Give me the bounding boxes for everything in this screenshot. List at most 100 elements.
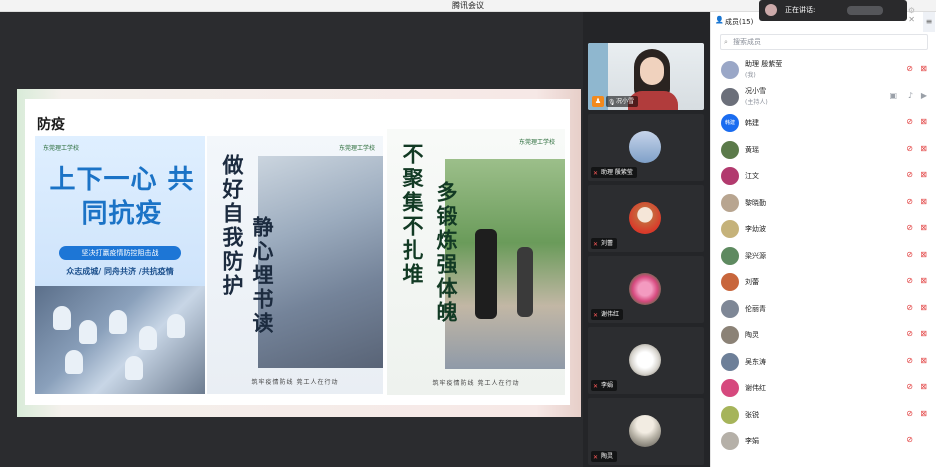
slide-canvas: 防疫 东莞理工学校 上下一心 共同抗疫 坚决打赢疫情防控阻击战 众志成城/ 同舟… (25, 99, 570, 405)
camera-off-icon[interactable]: ⊠ (920, 356, 927, 365)
mic-muted-icon[interactable]: ⊘ (906, 356, 913, 365)
camera-off-icon[interactable]: ⊠ (920, 329, 927, 338)
video-tile[interactable]: ✕ 助理 殷紫莹 (588, 114, 704, 181)
mic-muted-icon[interactable]: ⊘ (906, 382, 913, 391)
mic-muted-icon[interactable]: ⊘ (906, 117, 913, 126)
running-track-photo (445, 159, 565, 369)
poster-vertical-text-1: 做好自我防护 (220, 154, 245, 298)
member-name: 助理 殷紫莹 (745, 60, 783, 68)
speaking-indicator: 正在讲话: ⚙ (759, 0, 915, 21)
camera-off-icon[interactable]: ⊠ (920, 250, 927, 259)
camera-off-icon[interactable]: ⊠ (920, 144, 927, 153)
member-row[interactable]: 李幼波 ⊘ ⊠ (711, 216, 936, 242)
member-search-input[interactable]: ⌕ 搜索成员 (720, 34, 928, 50)
video-strip[interactable]: ♟ 🎙况小雪 ✕ 助理 殷紫莹 ✕ 刘蕾 ✕ 谢伟红 ✕ 李娟 ✕ 陶灵 (583, 12, 710, 467)
mic-muted-icon[interactable]: ⊘ (906, 170, 913, 179)
video-tile-name: 助理 殷紫莹 (601, 169, 633, 176)
video-tile-name: 谢伟红 (601, 311, 620, 318)
meeting-window: 腾讯会议 防疫 东莞理工学校 上下一心 共同抗疫 坚决打赢疫情防控阻击战 众志成… (0, 0, 936, 467)
camera-off-icon[interactable]: ⊠ (920, 197, 927, 206)
camera-off-icon[interactable]: ⊠ (920, 382, 927, 391)
camera-icon[interactable]: ▶ (921, 91, 927, 100)
member-row[interactable]: 张锐 ⊘ ⊠ (711, 402, 936, 428)
camera-off-icon[interactable]: ⊠ (920, 276, 927, 285)
participant-face (640, 57, 664, 85)
member-row[interactable]: 况小雪 (主持人) ▣ ♪ ▶ (711, 84, 936, 110)
video-tile-label: ✕ 谢伟红 (591, 309, 624, 320)
video-tile[interactable]: ✕ 李娟 (588, 327, 704, 394)
camera-off-icon[interactable]: ⊠ (920, 409, 927, 418)
poster-headline: 上下一心 共同抗疫 (49, 165, 195, 229)
mic-muted-icon[interactable]: ⊘ (906, 144, 913, 153)
video-tile-name: 陶灵 (601, 453, 614, 460)
camera-off-icon[interactable]: ⊠ (920, 223, 927, 232)
host-badge-icon: ♟ (592, 96, 604, 107)
camera-off-icon[interactable]: ⊠ (920, 170, 927, 179)
member-row[interactable]: 陶灵 ⊘ ⊠ (711, 322, 936, 348)
member-row[interactable]: 黎晓勤 ⊘ ⊠ (711, 190, 936, 216)
mic-muted-icon[interactable]: ⊘ (906, 197, 913, 206)
mic-muted-icon[interactable]: ⊘ (906, 276, 913, 285)
poster-unite-fight-epidemic: 东莞理工学校 上下一心 共同抗疫 坚决打赢疫情防控阻击战 众志成城/ 同舟共济 … (35, 136, 205, 394)
poster-footer: 筑牢疫情防线 莞工人在行动 (432, 380, 520, 387)
video-tile[interactable]: ✕ 谢伟红 (588, 256, 704, 323)
video-tile-label: ✕ 李娟 (591, 380, 618, 391)
poster-vertical-text-2: 多锻炼强体魄 (434, 181, 459, 325)
member-role: (我) (745, 72, 756, 79)
member-row[interactable]: 黄瑶 ⊘ ⊠ (711, 137, 936, 163)
video-tile[interactable]: ♟ 🎙况小雪 (588, 43, 704, 110)
camera-off-icon[interactable]: ⊠ (920, 117, 927, 126)
member-avatar (721, 405, 739, 424)
mic-muted-icon: ✕ (593, 241, 599, 248)
mic-muted-icon: ✕ (593, 383, 599, 390)
mic-muted-icon[interactable]: ⊘ (906, 329, 913, 338)
camera-off-icon[interactable]: ⊠ (920, 303, 927, 312)
mic-muted-icon[interactable]: ⊘ (906, 250, 913, 259)
video-tile[interactable]: ✕ 刘蕾 (588, 185, 704, 252)
mic-muted-icon[interactable]: ⊘ (906, 435, 913, 444)
poster-footer: 筑牢疫情防线 莞工人在行动 (251, 379, 339, 386)
video-tile-label: ✕ 陶灵 (591, 451, 618, 462)
mic-muted-icon: ✕ (593, 170, 599, 177)
participant-avatar (629, 273, 661, 305)
mic-muted-icon[interactable]: ⊘ (906, 303, 913, 312)
mic-muted-icon[interactable]: ⊘ (906, 64, 913, 73)
member-row[interactable]: 刘蕾 ⊘ ⊠ (711, 269, 936, 295)
member-name: 李娟 (745, 437, 759, 445)
member-row[interactable]: 助理 殷紫莹 (我) ⊘ ⊠ (711, 57, 936, 83)
members-title: 成员(15) (725, 18, 754, 26)
slide-title: 防疫 (37, 117, 65, 133)
member-avatar (721, 273, 739, 291)
mic-icon: 🎙 (608, 99, 616, 106)
poster-vertical-text-2: 静心埋书读 (250, 216, 275, 336)
member-row[interactable]: 江文 ⊘ ⊠ (711, 163, 936, 189)
search-icon: ⌕ (724, 38, 728, 46)
mic-muted-icon: ✕ (593, 454, 599, 461)
member-name: 梁兴源 (745, 251, 766, 260)
screen-share-icon[interactable]: ▣ (889, 91, 897, 100)
mic-muted-icon[interactable]: ⊘ (906, 409, 913, 418)
mic-muted-icon[interactable]: ⊘ (906, 223, 913, 232)
member-name: 黄瑶 (745, 145, 759, 154)
member-row[interactable]: 伦丽青 ⊘ ⊠ (711, 296, 936, 322)
mic-icon[interactable]: ♪ (908, 91, 913, 100)
poster-subtitle: 众志成城/ 同舟共济 /共抗疫情 (66, 267, 174, 276)
camera-off-icon[interactable]: ⊠ (920, 64, 927, 73)
member-row[interactable]: 梁兴源 ⊘ ⊠ (711, 243, 936, 269)
video-tile-label: ✕ 刘蕾 (591, 238, 618, 249)
panel-menu-icon[interactable]: ≡ (923, 12, 935, 32)
settings-icon[interactable]: ⚙ (908, 0, 915, 21)
member-row[interactable]: 韩建 韩建 ⊘ ⊠ (711, 110, 936, 136)
member-avatar (721, 61, 739, 79)
member-avatar (721, 432, 739, 450)
member-avatar (721, 193, 739, 212)
member-name: 况小雪 (745, 86, 766, 95)
member-row[interactable]: 吴东涛 ⊘ ⊠ (711, 349, 936, 375)
member-role: (主持人) (745, 98, 768, 106)
speaker-name-blurred (847, 6, 883, 15)
school-logo: 东莞理工学校 (518, 139, 555, 146)
video-tile[interactable]: ✕ 陶灵 (588, 398, 704, 465)
search-placeholder: 搜索成员 (733, 38, 761, 46)
member-row[interactable]: 谢伟红 ⊘ ⊠ (711, 375, 936, 401)
member-row[interactable]: 李娟 ⊘ (711, 428, 936, 454)
